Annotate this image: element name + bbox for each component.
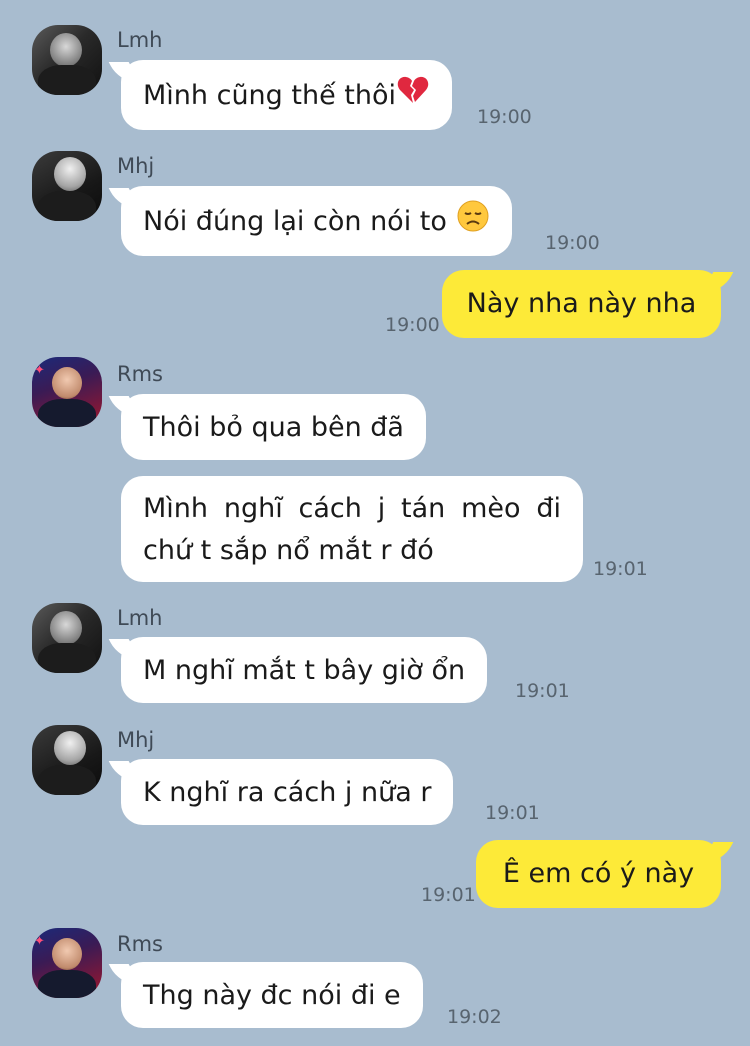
message-time: 19:01 xyxy=(593,558,648,580)
message-text: Thg này đc nói đi e xyxy=(143,980,401,1011)
message-bubble[interactable]: K nghĩ ra cách j nữa r xyxy=(121,759,454,825)
avatar-decoration: ✦ xyxy=(34,934,45,949)
message-bubble[interactable]: Mình nghĩ cách j tán mèo đi chứ t sắp nổ… xyxy=(121,476,583,582)
sender-name: Lmh xyxy=(117,606,163,630)
message-text: M nghĩ mắt t bây giờ ổn xyxy=(143,655,466,686)
message-text: Ê em có ý này xyxy=(502,858,695,889)
message-bubble[interactable]: Thôi bỏ qua bên đã xyxy=(121,394,426,460)
avatar-lmh[interactable] xyxy=(32,603,102,673)
sender-name: Rms xyxy=(117,362,163,386)
avatar-lmh[interactable] xyxy=(32,25,102,95)
message-text: Nói đúng lại còn nói to xyxy=(143,206,447,237)
message-text: K nghĩ ra cách j nữa r xyxy=(143,777,432,808)
message-time: 19:02 xyxy=(447,1006,502,1028)
sender-name: Rms xyxy=(117,932,163,956)
message-text: Này nha này nha xyxy=(466,288,697,319)
message-bubble-outgoing[interactable]: Này nha này nha xyxy=(442,270,721,338)
sender-name: Lmh xyxy=(117,28,163,52)
message-time: 19:00 xyxy=(545,232,600,254)
message-bubble[interactable]: M nghĩ mắt t bây giờ ổn xyxy=(121,637,488,703)
disappointed-face-icon xyxy=(456,199,490,246)
avatar-decoration: ✦ xyxy=(34,363,45,378)
message-time: 19:00 xyxy=(385,314,440,336)
message-time: 19:01 xyxy=(485,802,540,824)
message-bubble[interactable]: Thg này đc nói đi e xyxy=(121,962,423,1028)
avatar-mhj[interactable] xyxy=(32,725,102,795)
message-bubble-outgoing[interactable]: Ê em có ý này xyxy=(476,840,721,908)
message-bubble[interactable]: Mình cũng thế thôi xyxy=(121,60,453,130)
message-time: 19:01 xyxy=(421,884,476,906)
sender-name: Mhj xyxy=(117,154,155,178)
sender-name: Mhj xyxy=(117,728,155,752)
avatar-rms[interactable]: ✦ xyxy=(32,928,102,998)
message-time: 19:01 xyxy=(515,680,570,702)
avatar-mhj[interactable] xyxy=(32,151,102,221)
message-bubble[interactable]: Nói đúng lại còn nói to xyxy=(121,186,512,256)
message-text: Thôi bỏ qua bên đã xyxy=(143,412,404,443)
broken-heart-icon xyxy=(396,73,430,120)
message-time: 19:00 xyxy=(477,106,532,128)
message-text: Mình nghĩ cách j tán mèo đi chứ t sắp nổ… xyxy=(143,493,561,566)
message-text: Mình cũng thế thôi xyxy=(143,80,397,111)
avatar-rms[interactable]: ✦ xyxy=(32,357,102,427)
